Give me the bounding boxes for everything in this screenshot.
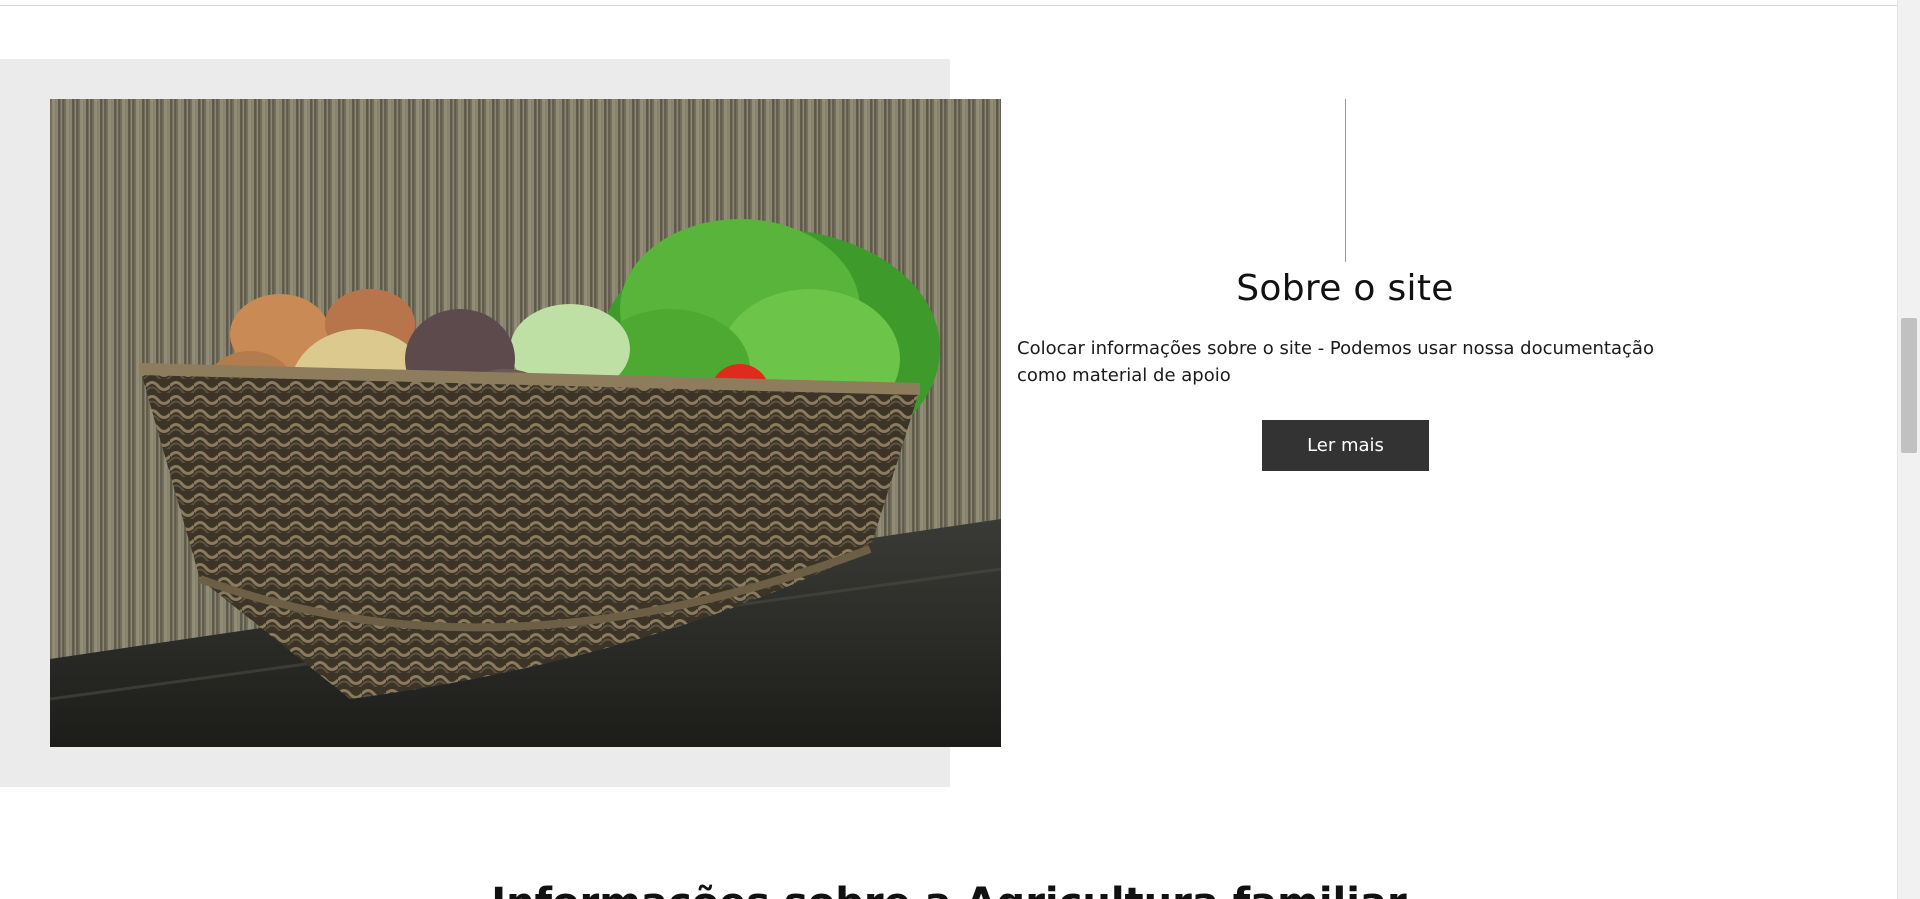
about-description: Colocar informações sobre o site - Podem… [1017,338,1654,386]
next-section-heading: Informações sobre a Agricultura familiar [0,883,1898,899]
page: Sobre o site Colocar informações sobre o… [0,0,1920,899]
about-title: Sobre o site [1236,268,1454,309]
vegetables-basket-image [50,99,1001,747]
page-scrollbar[interactable] [1897,0,1920,899]
read-more-button[interactable]: Ler mais [1262,420,1429,471]
top-divider [0,0,1898,6]
decorative-vertical-line [1345,99,1346,262]
scrollbar-thumb[interactable] [1901,318,1917,453]
